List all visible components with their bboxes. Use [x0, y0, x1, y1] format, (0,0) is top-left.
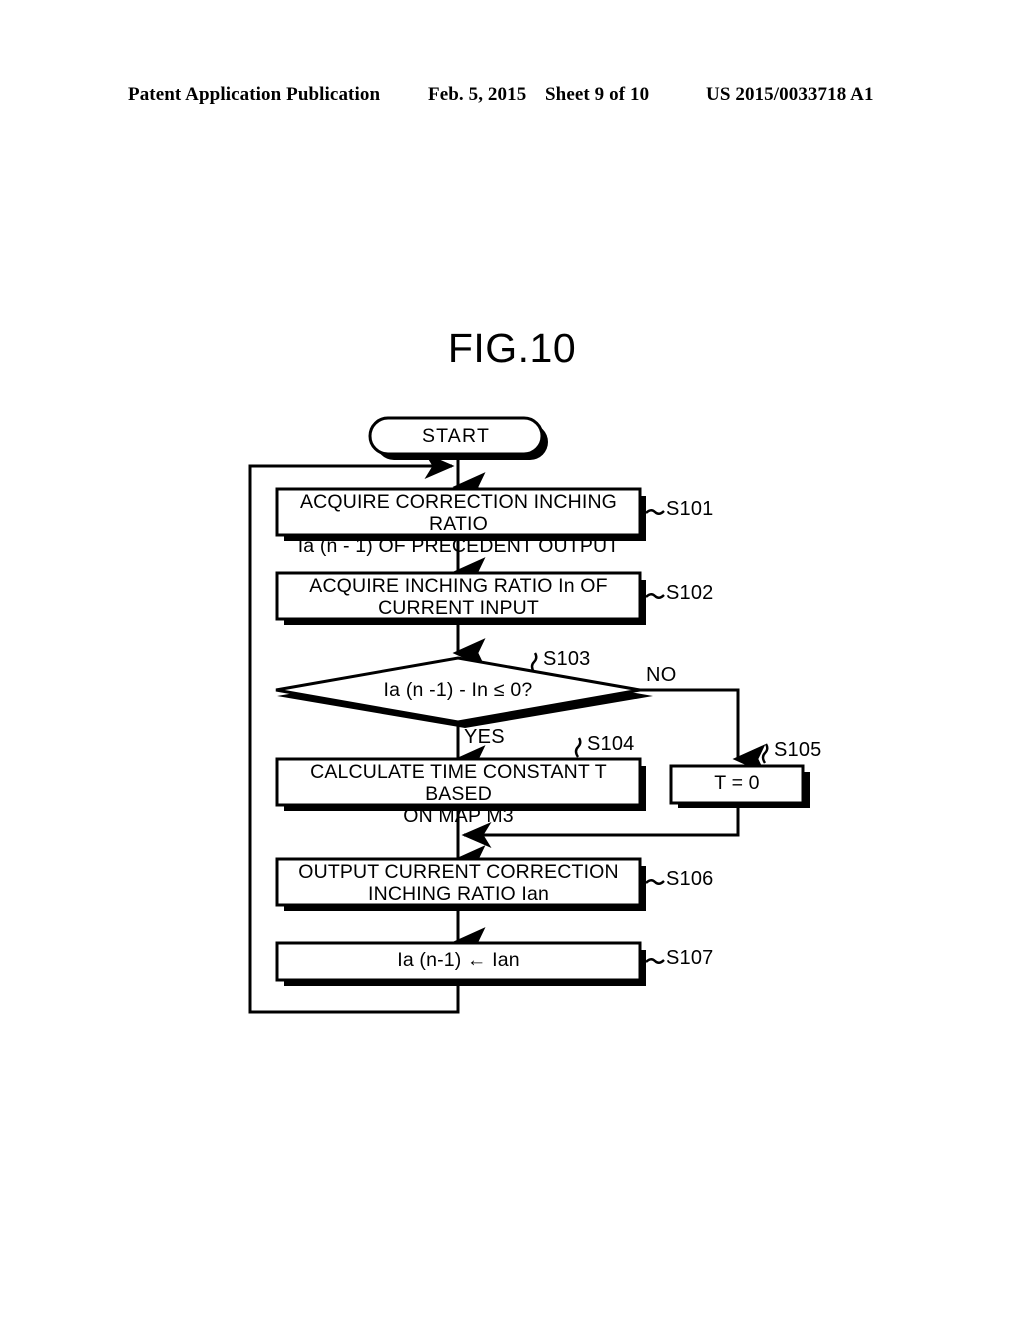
step-number-s102: S102 — [666, 582, 714, 604]
node-s104-shape — [275, 757, 642, 807]
leader-s102 — [645, 593, 665, 599]
step-number-s101: S101 — [666, 498, 714, 520]
node-s105-shape — [669, 764, 805, 805]
leader-s103 — [530, 652, 538, 673]
leader-s101 — [645, 509, 665, 515]
node-s106-shape — [275, 857, 642, 907]
node-s101-shape — [275, 487, 642, 537]
leader-s104 — [574, 737, 582, 758]
branch-label-yes: YES — [464, 726, 505, 748]
step-number-s107: S107 — [666, 947, 714, 969]
leader-s107 — [645, 958, 665, 964]
edge-s103-no-to-s105 — [640, 688, 766, 774]
flowchart-vector-layer — [248, 416, 810, 1014]
edge-s107-loopback — [248, 453, 460, 1014]
node-s102-shape — [275, 571, 642, 621]
node-s107-shape — [275, 941, 642, 982]
leader-s106 — [645, 879, 665, 885]
node-outlines — [275, 416, 805, 982]
leader-s105 — [761, 743, 769, 764]
flowchart-diagram: START ACQUIRE CORRECTION INCHING RATIO I… — [0, 0, 1024, 1320]
node-start-shape — [368, 416, 544, 456]
step-number-s106: S106 — [666, 868, 714, 890]
branch-label-no: NO — [646, 664, 677, 686]
step-number-s104: S104 — [587, 733, 635, 755]
step-number-s103: S103 — [543, 648, 591, 670]
step-number-s105: S105 — [774, 739, 822, 761]
